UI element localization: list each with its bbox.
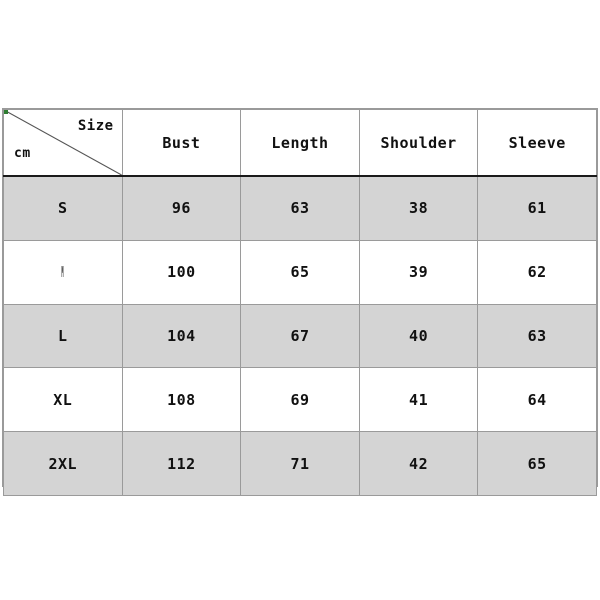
- cell-bust: 108: [121, 367, 242, 433]
- cell-size: L: [3, 303, 123, 369]
- cell-sleeve: 65: [477, 431, 597, 496]
- column-header-sleeve: Sleeve: [477, 109, 597, 177]
- cell-shoulder: 42: [358, 431, 479, 496]
- cell-shoulder: 41: [358, 367, 479, 433]
- cell-shoulder: 38: [358, 175, 479, 241]
- cell-shoulder: 39: [358, 239, 479, 305]
- cell-size: M: [3, 239, 123, 305]
- cell-size: XL: [3, 367, 123, 433]
- cell-bust: 96: [121, 175, 242, 241]
- table-row: 2XL 112 71 42 65: [3, 431, 597, 496]
- table-row: M 100 65 39 62: [3, 239, 597, 305]
- cell-sleeve: 62: [477, 239, 597, 305]
- cell-sleeve: 61: [477, 175, 597, 241]
- column-header-length: Length: [240, 109, 360, 177]
- column-header-bust: Bust: [121, 109, 242, 177]
- cell-bust: 104: [121, 303, 242, 369]
- cell-length: 65: [240, 239, 360, 305]
- corner-header-cell: Size cm: [3, 109, 123, 177]
- cell-bust: 100: [121, 239, 242, 305]
- cell-size: S: [3, 175, 123, 241]
- table-row: XL 108 69 41 64: [3, 367, 597, 433]
- cell-length: 63: [240, 175, 360, 241]
- cell-length: 69: [240, 367, 360, 433]
- size-chart-table: Size cm Bust Length Shoulder Sleeve S 96…: [3, 109, 597, 496]
- cell-length: 71: [240, 431, 360, 496]
- column-header-shoulder: Shoulder: [358, 109, 479, 177]
- cell-sleeve: 63: [477, 303, 597, 369]
- cell-shoulder: 40: [358, 303, 479, 369]
- unit-label: cm: [14, 146, 31, 161]
- cell-size: 2XL: [3, 431, 123, 496]
- cell-length: 67: [240, 303, 360, 369]
- cell-sleeve: 64: [477, 367, 597, 433]
- table-row: L 104 67 40 63: [3, 303, 597, 369]
- cell-bust: 112: [121, 431, 242, 496]
- table-row: S 96 63 38 61: [3, 175, 597, 241]
- corner-marker-dot: [4, 110, 8, 114]
- cell-size-label: M: [61, 263, 64, 282]
- size-axis-label: Size: [77, 118, 114, 134]
- table-header-row: Size cm Bust Length Shoulder Sleeve: [3, 109, 597, 177]
- size-chart-table-container: Size cm Bust Length Shoulder Sleeve S 96…: [2, 108, 598, 496]
